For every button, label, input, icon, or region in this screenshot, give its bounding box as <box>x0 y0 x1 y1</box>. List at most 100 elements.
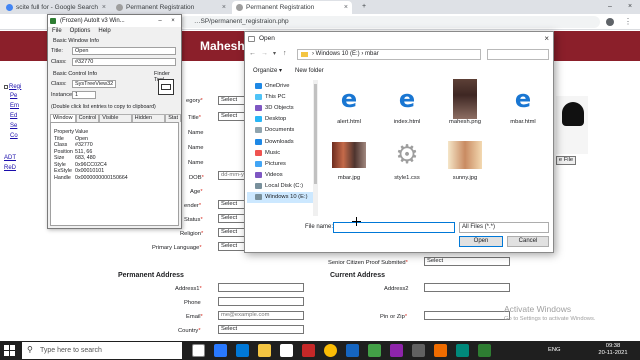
nav-item-3d-objects[interactable]: 3D Objects <box>247 102 317 113</box>
address1-input[interactable] <box>218 283 304 292</box>
file-item[interactable]: mbar.jpg <box>327 138 371 181</box>
age-label: Age* <box>190 189 203 195</box>
sidebar-link[interactable]: Ed <box>10 113 17 119</box>
breadcrumb-folder[interactable]: mbar <box>365 51 379 57</box>
close-icon[interactable]: × <box>168 15 178 27</box>
store-icon[interactable] <box>280 344 293 357</box>
task-view-icon[interactable] <box>192 344 205 357</box>
control-class-field[interactable]: SysTreeView32 <box>72 80 116 88</box>
minimize-icon[interactable]: – <box>155 15 165 27</box>
profile-avatar[interactable] <box>606 18 614 26</box>
tab-google-search[interactable]: scite full for - Google Search × <box>2 1 110 14</box>
country-select[interactable]: Select <box>218 325 304 334</box>
url-field[interactable]: …SP/permanent_registraion.php <box>180 16 600 28</box>
file-item[interactable]: ⚙ style1.css <box>385 138 429 181</box>
app-icon[interactable] <box>214 344 227 357</box>
app-icon[interactable] <box>302 344 315 357</box>
tab-hidden-text[interactable]: Hidden Text <box>131 114 166 128</box>
file-explorer-icon[interactable] <box>258 344 271 357</box>
nav-item-music[interactable]: Music <box>247 147 317 158</box>
open-button[interactable]: Open <box>459 236 503 247</box>
sidebar-link[interactable]: Se <box>10 123 17 129</box>
taskbar-search-input[interactable]: Type here to search <box>22 342 182 359</box>
close-icon[interactable]: × <box>222 4 226 11</box>
forward-arrow-icon[interactable]: → <box>261 50 268 57</box>
nav-scrollbar[interactable] <box>313 80 318 216</box>
pin-input[interactable] <box>424 311 510 320</box>
close-icon[interactable]: × <box>102 4 106 11</box>
edge-icon[interactable] <box>236 344 249 357</box>
nav-item-onedrive[interactable]: OneDrive <box>247 80 317 91</box>
back-arrow-icon[interactable]: ← <box>249 50 256 57</box>
nav-item-this-pc[interactable]: This PC <box>247 91 317 102</box>
phone-input[interactable] <box>218 297 304 306</box>
gender-label: ender* <box>184 203 202 209</box>
nav-item-windows-10-e[interactable]: Windows 10 (E:) <box>247 191 317 204</box>
file-item[interactable]: e index.html <box>385 82 429 125</box>
tree-toggle-icon[interactable] <box>4 84 8 89</box>
dialog-search-input[interactable] <box>487 49 549 60</box>
app-icon[interactable] <box>346 344 359 357</box>
windows-start-icon[interactable] <box>4 345 16 357</box>
autoit-taskbar-icon[interactable] <box>478 344 491 357</box>
app-icon[interactable] <box>368 344 381 357</box>
sidebar-link[interactable]: Regi <box>9 84 21 90</box>
sidebar-link[interactable]: ReD <box>4 165 16 171</box>
tray-language[interactable]: ENG <box>548 347 561 354</box>
tab-statusbar[interactable]: Stat <box>165 114 181 122</box>
scrollbar-thumb[interactable] <box>314 84 317 184</box>
minimize-icon[interactable]: – <box>600 0 620 14</box>
app-icon[interactable] <box>412 344 425 357</box>
new-tab-button[interactable]: + <box>354 0 374 14</box>
menu-file[interactable]: File <box>52 27 62 36</box>
tab-window[interactable]: Window <box>50 114 76 122</box>
senior-citizen-select[interactable]: Select <box>424 257 510 266</box>
cancel-button[interactable]: Cancel <box>507 236 549 247</box>
recent-chevron-icon[interactable]: ▾ <box>273 50 276 57</box>
file-item[interactable]: sunny.jpg <box>443 138 487 181</box>
breadcrumb-drive[interactable]: Windows 10 (E:) <box>316 51 360 57</box>
file-item[interactable]: e mbar.html <box>501 82 545 125</box>
new-folder-button[interactable]: New folder <box>295 65 324 78</box>
tray-clock[interactable]: 09:38 20-11-2021 <box>590 343 636 357</box>
app-icon[interactable] <box>390 344 403 357</box>
menu-options[interactable]: Options <box>70 27 91 36</box>
finder-tool-target-icon[interactable] <box>158 79 174 95</box>
nav-item-downloads[interactable]: Downloads <box>247 136 317 147</box>
menu-help[interactable]: Help <box>98 27 110 36</box>
window-title-field[interactable]: Open <box>72 47 176 55</box>
email-input[interactable]: me@example.com <box>218 311 304 320</box>
file-item[interactable]: e alert.html <box>327 82 371 125</box>
breadcrumb[interactable]: › Windows 10 (E:) › mbar <box>297 49 481 60</box>
app-icon[interactable] <box>434 344 447 357</box>
tab-permanent-registration-2[interactable]: Permanent Registration × <box>232 1 352 14</box>
address2-input[interactable] <box>424 283 510 292</box>
organize-menu[interactable]: Organize ▾ <box>253 65 282 78</box>
tab-control[interactable]: Control <box>75 114 100 122</box>
tab-visible-text[interactable]: Visible Text <box>99 114 132 128</box>
nav-item-local-disk-c[interactable]: Local Disk (C:) <box>247 181 317 192</box>
choose-file-button[interactable]: e File <box>556 156 576 165</box>
nav-item-documents[interactable]: Documents <box>247 125 317 136</box>
table-row[interactable]: Handle 0x0000000000150664 <box>51 175 178 182</box>
close-icon[interactable]: × <box>620 0 640 14</box>
nav-item-videos[interactable]: Videos <box>247 170 317 181</box>
nav-item-pictures[interactable]: Pictures <box>247 158 317 169</box>
nav-item-desktop[interactable]: Desktop <box>247 114 317 125</box>
sidebar-link[interactable]: Em <box>10 103 19 109</box>
file-type-select[interactable]: All Files (*.*) <box>459 222 549 233</box>
close-icon[interactable]: × <box>544 34 549 43</box>
activate-windows-subtitle: Go to Settings to activate Windows. <box>504 316 596 322</box>
sidebar-link[interactable]: ADT <box>4 155 16 161</box>
sidebar-link[interactable]: Pe <box>10 93 17 99</box>
tab-permanent-registration-1[interactable]: Permanent Registration × <box>112 1 230 14</box>
chrome-icon[interactable] <box>324 344 337 357</box>
file-item[interactable]: mahesh.png <box>443 79 487 125</box>
menu-kebab-icon[interactable]: ⋮ <box>624 16 632 28</box>
close-icon[interactable]: × <box>344 4 348 11</box>
up-arrow-icon[interactable]: ↑ <box>283 50 287 57</box>
instance-field[interactable]: 1 <box>72 91 96 99</box>
sidebar-link[interactable]: Co <box>10 133 18 139</box>
app-icon[interactable] <box>456 344 469 357</box>
window-class-field[interactable]: #32770 <box>72 58 176 66</box>
